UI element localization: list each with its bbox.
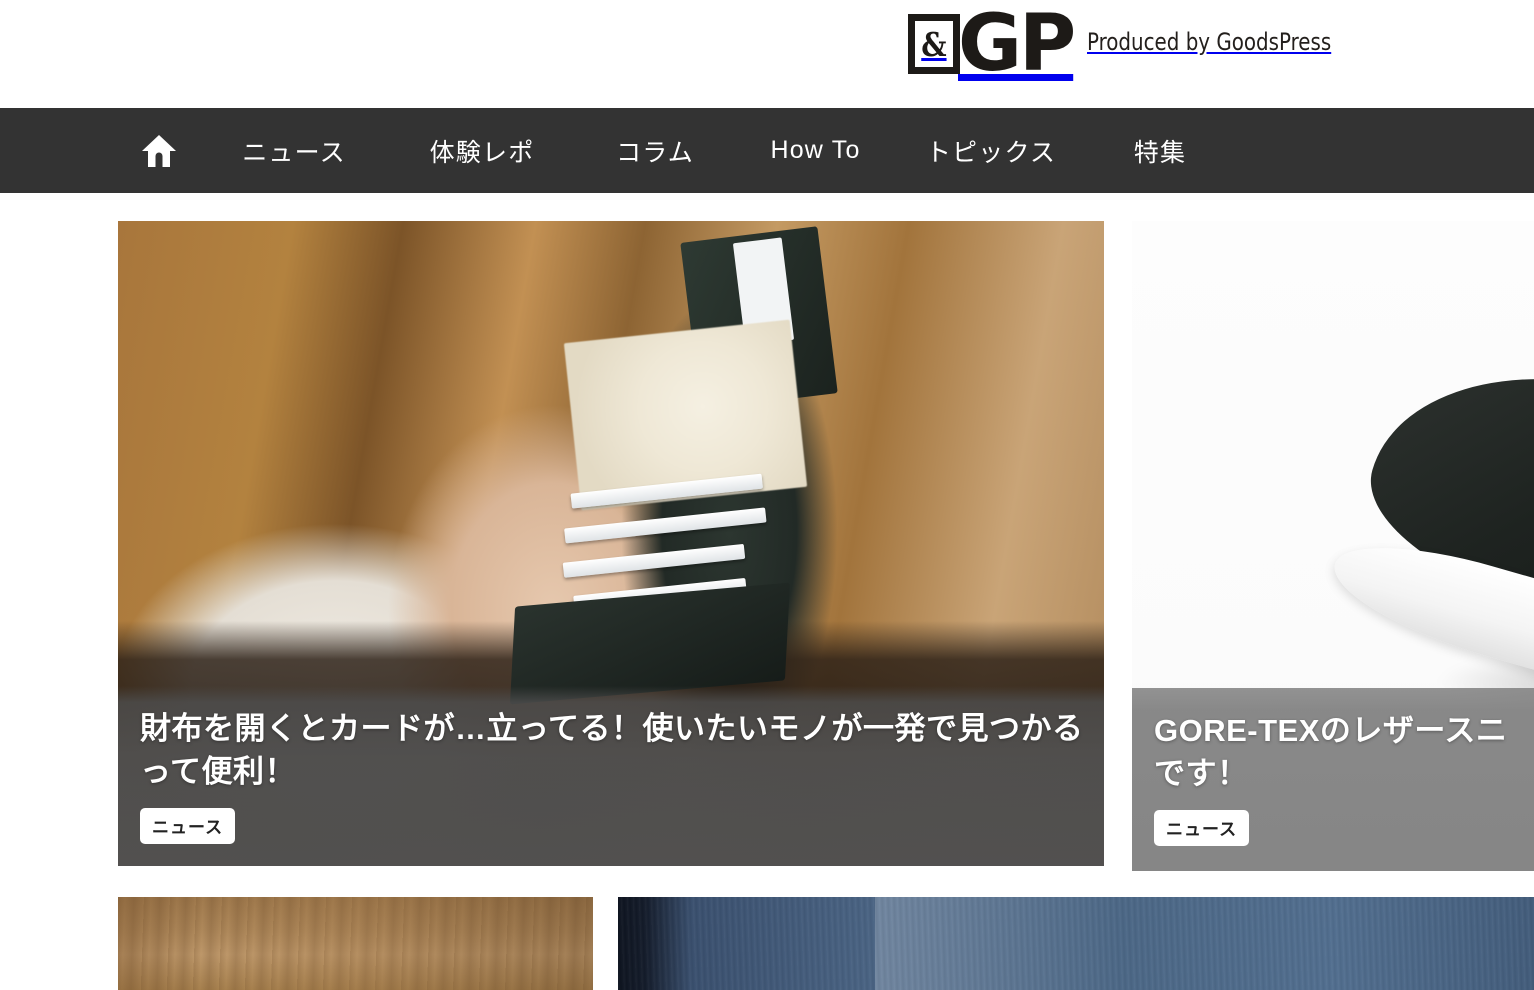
ampersand-glyph: &	[921, 24, 947, 64]
nav-item-how-to[interactable]: How To	[734, 108, 897, 193]
list-item-thumbnail-wood[interactable]	[118, 897, 593, 990]
site-header: & GP Produced by GoodsPress	[0, 0, 1534, 108]
nav-item-label: コラム	[616, 138, 694, 167]
article-card-secondary[interactable]: GORE-TEXのレザースニ です！ ニュース	[1132, 221, 1534, 871]
article-thumbnails-row	[118, 897, 1534, 990]
nav-item-label: 体験レポ	[429, 138, 535, 167]
nav-item-feature[interactable]: 特集	[1085, 108, 1235, 193]
ampersand-box-icon: &	[908, 14, 960, 74]
nav-item-label: ニュース	[242, 138, 346, 167]
page-title: 財布を開くとカードが…立ってる！使いたいモノが一発で見つかるって便利！	[140, 711, 1084, 789]
nav-item-column[interactable]: コラム	[576, 108, 734, 193]
nav-item-label: 特集	[1133, 138, 1187, 167]
article-overlay: 財布を開くとカードが…立ってる！使いたいモノが一発で見つかるって便利！ ニュース	[118, 686, 1104, 866]
nav-item-topics[interactable]: トピックス	[897, 108, 1085, 193]
article-card-primary[interactable]: 財布を開くとカードが…立ってる！使いたいモノが一発で見つかるって便利！ ニュース	[118, 221, 1104, 866]
logo-mark: & GP	[908, 0, 1076, 90]
page-title-line2: です！	[1154, 755, 1249, 791]
logo-gp-text: GP	[958, 0, 1076, 90]
featured-articles-row: 財布を開くとカードが…立ってる！使いたいモノが一発で見つかるって便利！ ニュース…	[0, 221, 1534, 871]
list-item-thumbnail-denim[interactable]	[618, 897, 1534, 990]
thumbnail-image-denim	[618, 897, 1534, 990]
thumbnail-image-wood	[118, 897, 593, 990]
nav-item-taiken-repo[interactable]: 体験レポ	[388, 108, 576, 193]
status-badge[interactable]: ニュース	[1154, 809, 1250, 846]
nav-item-label: トピックス	[925, 138, 1057, 167]
article-overlay: GORE-TEXのレザースニ です！ ニュース	[1132, 688, 1534, 871]
logo-tagline: Produced by GoodsPress	[1087, 27, 1332, 56]
status-badge[interactable]: ニュース	[140, 807, 236, 844]
sidebar-item-home[interactable]	[118, 108, 200, 193]
main-navigation: ニュース 体験レポ コラム How To トピックス 特集	[0, 108, 1534, 193]
nav-item-news[interactable]: ニュース	[200, 108, 388, 193]
page-title: GORE-TEXのレザースニ	[1154, 713, 1508, 748]
home-icon	[141, 134, 177, 168]
nav-item-label: How To	[770, 136, 861, 164]
site-logo[interactable]: & GP Produced by GoodsPress	[908, 0, 1353, 90]
